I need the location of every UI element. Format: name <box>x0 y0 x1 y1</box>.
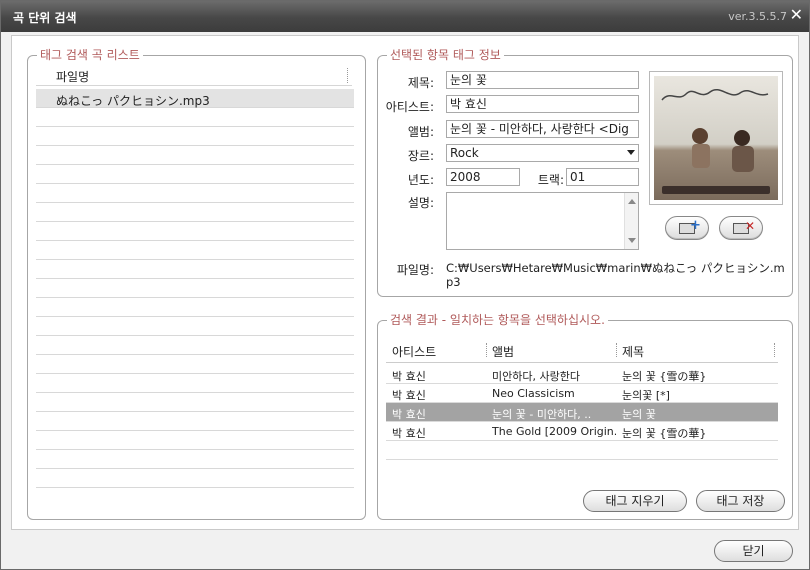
chevron-down-icon <box>627 150 635 155</box>
column-divider <box>486 343 487 357</box>
empty-list-row[interactable] <box>36 222 354 241</box>
delete-x-icon: ✕ <box>745 219 756 233</box>
artist-cell: 박 효신 <box>392 389 426 402</box>
empty-list-row[interactable] <box>36 260 354 279</box>
empty-list-row[interactable] <box>36 184 354 203</box>
file-list-header[interactable]: 파일명 <box>36 64 352 86</box>
close-button[interactable]: 닫기 <box>714 540 793 562</box>
empty-list-row[interactable] <box>36 317 354 336</box>
artist-cell: 박 효신 <box>392 427 426 440</box>
file-list-legend: 태그 검색 곡 리스트 <box>37 47 143 63</box>
empty-list-row[interactable] <box>36 241 354 260</box>
title-cell: 눈의 꽃 {雪の華} <box>622 427 707 440</box>
version-label: ver.3.5.5.7 <box>728 10 787 23</box>
clear-tags-button[interactable]: 태그 지우기 <box>583 490 687 512</box>
empty-list-row[interactable] <box>36 393 354 412</box>
column-divider <box>347 68 348 83</box>
empty-list-row[interactable] <box>36 298 354 317</box>
content-panel: 태그 검색 곡 리스트 파일명 ぬねこっ パクヒョシン.mp3 선택된 항목 태… <box>11 35 799 530</box>
list-item[interactable]: ぬねこっ パクヒョシン.mp3 <box>36 89 354 108</box>
comment-scrollbar[interactable] <box>624 193 638 249</box>
window-title: 곡 단위 검색 <box>13 11 77 25</box>
album-art-image <box>654 76 778 200</box>
delete-cover-button[interactable]: ✕ <box>719 216 763 240</box>
title-cell: 눈의 꽃 {雪の華} <box>622 370 707 383</box>
title-bar[interactable]: 곡 단위 검색 ver.3.5.5.7 ✕ <box>1 1 809 32</box>
title-label: 제목: <box>407 76 434 90</box>
scroll-down-icon[interactable] <box>628 238 636 243</box>
empty-list-row[interactable] <box>36 279 354 298</box>
album-column-header[interactable]: 앨범 <box>492 343 514 360</box>
empty-list-row[interactable] <box>36 469 354 488</box>
empty-list-row[interactable] <box>36 374 354 393</box>
scroll-up-icon[interactable] <box>628 199 636 204</box>
album-art-frame <box>649 71 783 205</box>
results-table-header[interactable]: 아티스트 앨범 제목 <box>386 337 778 363</box>
filename-value: C:₩Users₩Hetare₩Music₩marin₩ぬねこっ パクヒョシン.… <box>446 261 785 289</box>
file-list-group: 태그 검색 곡 리스트 파일명 ぬねこっ パクヒョシン.mp3 <box>27 47 366 520</box>
empty-list-row[interactable] <box>36 431 354 450</box>
genre-select[interactable]: Rock <box>446 144 639 162</box>
empty-table-row[interactable] <box>386 441 778 460</box>
artist-cell: 박 효신 <box>392 408 426 421</box>
track-label: 트랙: <box>537 173 564 187</box>
album-cell: 미안하다, 사랑한다 <box>492 370 580 383</box>
album-art-caption-bar <box>662 186 770 194</box>
tag-info-legend: 선택된 항목 태그 정보 <box>387 47 504 63</box>
title-cell: 눈의 꽃 <box>622 408 656 421</box>
empty-list-row[interactable] <box>36 203 354 222</box>
empty-list-row[interactable] <box>36 355 354 374</box>
empty-list-row[interactable] <box>36 336 354 355</box>
save-tags-button[interactable]: 태그 저장 <box>696 490 785 512</box>
search-results-legend: 검색 결과 - 일치하는 항목을 선택하십시오. <box>387 312 608 328</box>
search-results-group: 검색 결과 - 일치하는 항목을 선택하십시오. 아티스트 앨범 제목 박 효신… <box>377 312 793 520</box>
empty-list-row[interactable] <box>36 108 354 127</box>
empty-list-row[interactable] <box>36 146 354 165</box>
title-column-header[interactable]: 제목 <box>622 343 644 360</box>
table-row[interactable]: 박 효신 미안하다, 사랑한다 눈의 꽃 {雪の華} <box>386 365 778 384</box>
genre-selected-value: Rock <box>450 146 479 160</box>
file-name: ぬねこっ パクヒョシン.mp3 <box>56 94 210 108</box>
genre-label: 장르: <box>407 149 434 163</box>
empty-list-row[interactable] <box>36 165 354 184</box>
album-cell: 눈의 꽃 - 미안하다, .. <box>492 408 592 421</box>
artist-cell: 박 효신 <box>392 370 426 383</box>
column-divider <box>774 343 775 357</box>
year-field[interactable]: 2008 <box>446 168 520 186</box>
comment-label: 설명: <box>407 196 434 210</box>
album-art-title-graphic <box>660 88 772 104</box>
album-art-script-graphic <box>661 89 769 101</box>
album-cell: Neo Classicism <box>492 387 575 400</box>
title-field[interactable]: 눈의 꽃 <box>446 71 639 89</box>
plus-icon: + <box>690 218 701 233</box>
artist-column-header[interactable]: 아티스트 <box>392 343 436 360</box>
year-label: 년도: <box>407 173 434 187</box>
comment-textarea[interactable] <box>446 192 639 250</box>
title-cell: 눈의꽃 [*] <box>622 389 670 402</box>
column-divider <box>616 343 617 357</box>
empty-list-row[interactable] <box>36 412 354 431</box>
filename-column-header: 파일명 <box>56 70 90 84</box>
close-icon[interactable]: ✕ <box>790 6 803 24</box>
album-label: 앨범: <box>407 125 434 139</box>
empty-list-row[interactable] <box>36 127 354 146</box>
album-art-figures-graphic <box>692 128 754 172</box>
artist-field[interactable]: 박 효신 <box>446 95 639 113</box>
filename-label: 파일명: <box>396 263 434 277</box>
song-search-window: 곡 단위 검색 ver.3.5.5.7 ✕ 태그 검색 곡 리스트 파일명 ぬね… <box>0 0 810 570</box>
table-row[interactable]: 박 효신 The Gold [2009 Origin... 눈의 꽃 {雪の華} <box>386 422 778 441</box>
album-cell: The Gold [2009 Origin... <box>492 425 616 438</box>
table-row[interactable]: 박 효신 눈의 꽃 - 미안하다, .. 눈의 꽃 <box>386 403 778 422</box>
artist-label: 아티스트: <box>385 100 434 114</box>
add-cover-button[interactable]: + <box>665 216 709 240</box>
album-field[interactable]: 눈의 꽃 - 미안하다, 사랑한다 <Dig <box>446 120 639 138</box>
table-row[interactable]: 박 효신 Neo Classicism 눈의꽃 [*] <box>386 384 778 403</box>
track-field[interactable]: 01 <box>566 168 639 186</box>
tag-info-group: 선택된 항목 태그 정보 제목: 눈의 꽃 아티스트: 박 효신 앨범: 눈의 … <box>377 47 793 297</box>
empty-list-row[interactable] <box>36 450 354 469</box>
